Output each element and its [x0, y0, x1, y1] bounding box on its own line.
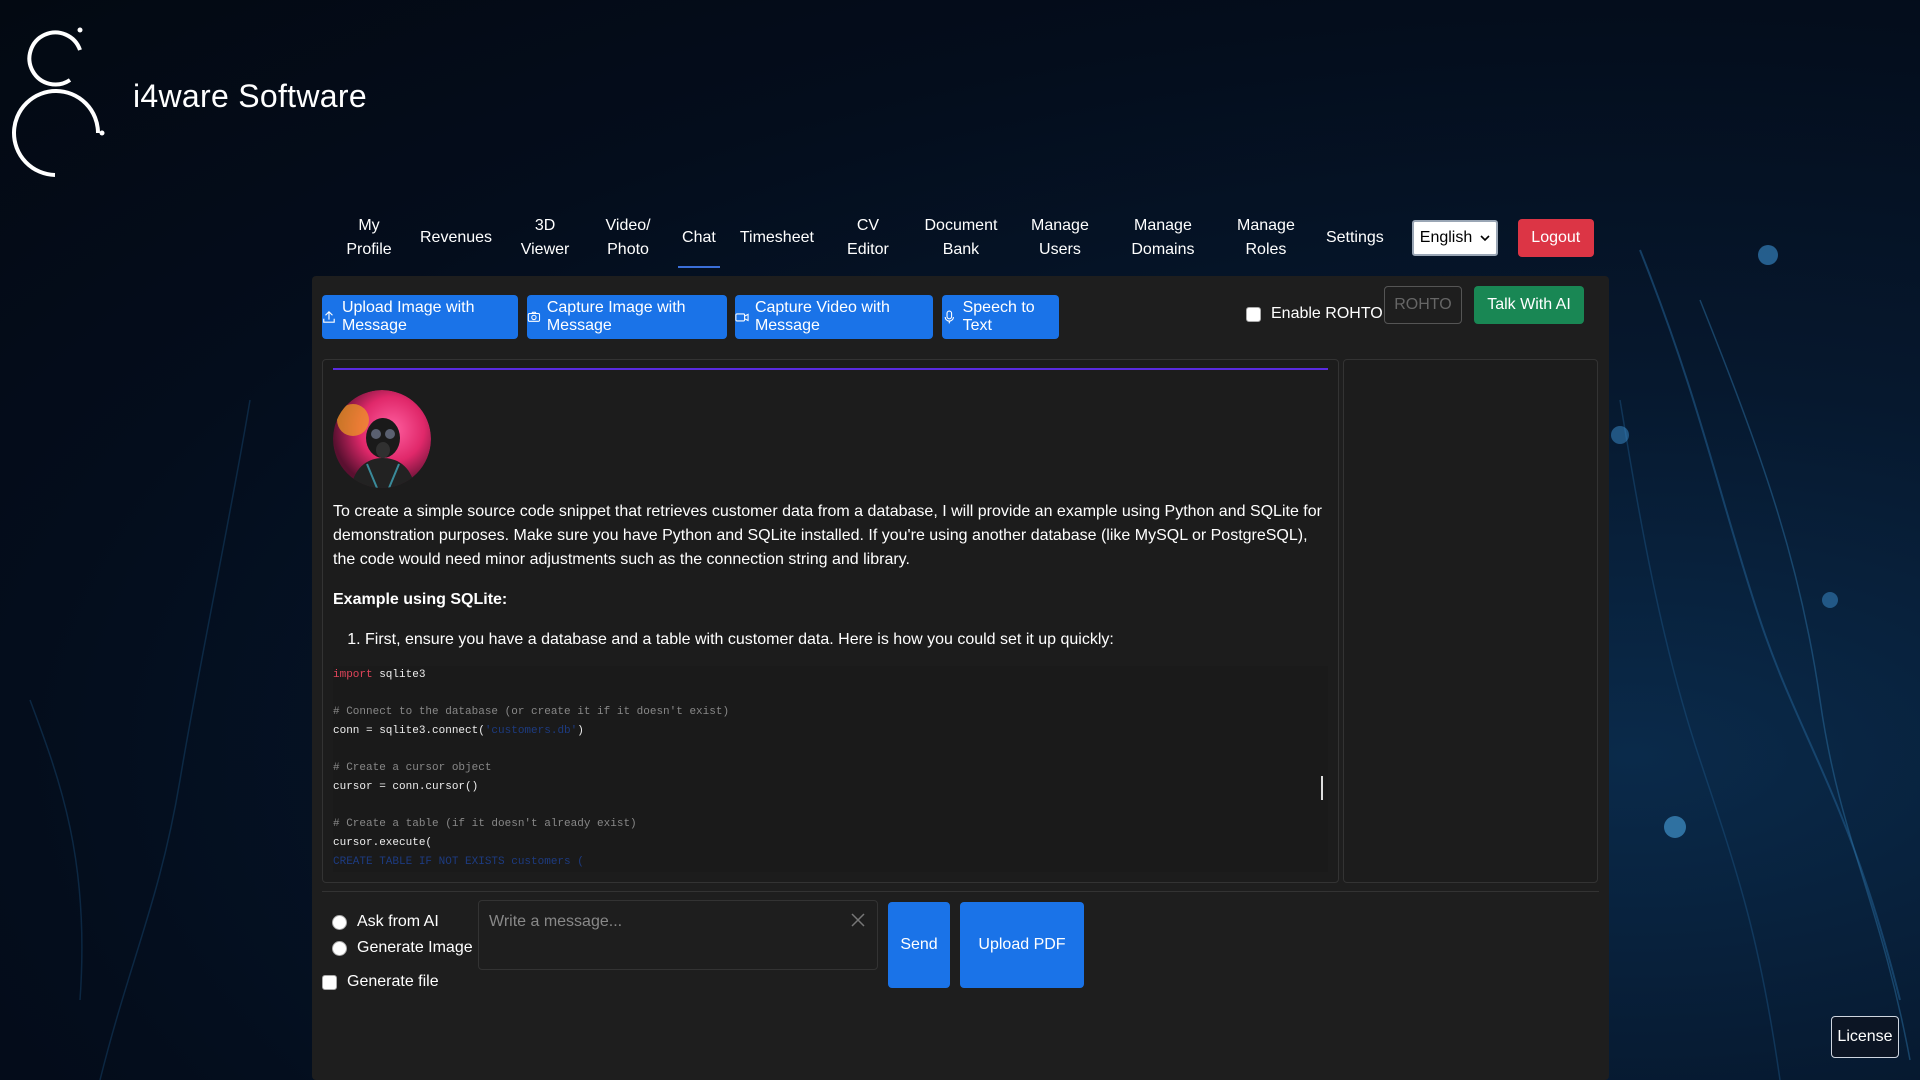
chat-panel: Upload Image with Message Capture Image …	[312, 276, 1609, 1080]
code-line: conn = sqlite3.connect('customers.db')	[333, 725, 584, 737]
microphone-icon	[944, 310, 954, 324]
ask-ai-label: Ask from AI	[357, 913, 439, 930]
nav-manage-domains[interactable]: Manage Domains	[1108, 210, 1218, 266]
nav-manage-users[interactable]: Manage Users	[1012, 210, 1108, 266]
ask-ai-radio[interactable]	[332, 914, 347, 930]
ai-response-steps: First, ensure you have a database and a …	[333, 628, 1328, 652]
nav-manage-roles[interactable]: Manage Roles	[1218, 210, 1314, 266]
nav-video-photo[interactable]: Video/ Photo	[586, 210, 670, 266]
enable-rohto-label: Enable ROHTO	[1271, 305, 1383, 322]
license-button[interactable]: License	[1831, 1016, 1899, 1058]
nav-document-bank[interactable]: Document Bank	[910, 210, 1012, 266]
message-input[interactable]: Write a message...	[478, 900, 878, 970]
nav-settings[interactable]: Settings	[1314, 210, 1396, 266]
ai-response: To create a simple source code snippet t…	[333, 500, 1328, 652]
main-navigation: My Profile Revenues 3D Viewer Video/ Pho…	[330, 210, 1594, 268]
code-block[interactable]: import sqlite3 # Connect to the database…	[333, 666, 1328, 872]
capture-image-label: Capture Image with Message	[546, 299, 686, 334]
generate-file-option[interactable]: Generate file	[322, 973, 439, 991]
speech-to-text-label: Speech to Text	[962, 299, 1035, 334]
upload-image-label: Upload Image with Message	[341, 299, 475, 334]
nav-cv-editor[interactable]: CV Editor	[826, 210, 910, 266]
chat-messages[interactable]: To create a simple source code snippet t…	[322, 359, 1339, 883]
talk-with-ai-button[interactable]: Talk With AI	[1474, 286, 1584, 324]
ai-avatar	[333, 390, 431, 488]
send-button[interactable]: Send	[888, 902, 950, 988]
generate-file-checkbox[interactable]	[322, 974, 337, 990]
code-line: cursor = conn.cursor()	[333, 781, 479, 793]
ask-ai-option[interactable]: Ask from AI	[332, 913, 439, 931]
generate-image-radio[interactable]	[332, 940, 347, 956]
brand-name: i4ware Software	[133, 78, 367, 114]
generate-image-label: Generate Image	[357, 939, 473, 956]
upload-icon	[323, 310, 335, 323]
nav-3d-viewer[interactable]: 3D Viewer	[504, 210, 586, 266]
enable-rohto-toggle[interactable]: Enable ROHTO	[1246, 302, 1383, 326]
brand-logo	[12, 27, 105, 177]
language-select-value: English	[1419, 229, 1473, 246]
chevron-down-icon	[1480, 235, 1490, 242]
close-icon[interactable]	[849, 911, 867, 929]
code-comment: # Connect to the database (or create it …	[333, 706, 730, 718]
nav-chat[interactable]: Chat	[670, 210, 728, 268]
upload-pdf-button[interactable]: Upload PDF	[960, 902, 1084, 988]
code-comment: # Create a cursor object	[333, 762, 492, 774]
speech-to-text-button[interactable]: Speech to Text	[942, 295, 1059, 339]
text-cursor	[1321, 776, 1323, 800]
rohto-input[interactable]: ROHTO	[1384, 286, 1462, 324]
capture-image-button[interactable]: Capture Image with Message	[527, 295, 727, 339]
enable-rohto-checkbox[interactable]	[1246, 306, 1261, 322]
logout-button[interactable]: Logout	[1517, 219, 1594, 257]
nav-timesheet[interactable]: Timesheet	[728, 210, 826, 266]
upload-image-button[interactable]: Upload Image with Message	[322, 295, 518, 339]
message-placeholder: Write a message...	[489, 913, 623, 930]
video-camera-icon	[735, 313, 749, 322]
capture-video-label: Capture Video with Message	[754, 299, 890, 334]
nav-revenues[interactable]: Revenues	[408, 210, 504, 266]
code-line: import sqlite3	[333, 669, 426, 681]
code-line: CREATE TABLE IF NOT EXISTS customers (	[333, 856, 584, 868]
chat-divider	[333, 368, 1328, 370]
capture-video-button[interactable]: Capture Video with Message	[735, 295, 933, 339]
code-line: cursor.execute(	[333, 837, 433, 849]
generate-file-label: Generate file	[347, 973, 439, 990]
ai-response-intro: To create a simple source code snippet t…	[333, 503, 1322, 568]
generate-image-option[interactable]: Generate Image	[332, 939, 473, 957]
ai-response-heading: Example using SQLite:	[333, 591, 508, 608]
code-comment: # Create a table (if it doesn't already …	[333, 818, 637, 830]
composer-divider	[322, 891, 1599, 892]
nav-my-profile[interactable]: My Profile	[330, 210, 408, 266]
side-panel	[1343, 359, 1598, 883]
ai-response-step: First, ensure you have a database and a …	[365, 628, 1328, 652]
camera-icon	[527, 311, 541, 322]
language-select[interactable]: English	[1411, 220, 1498, 256]
